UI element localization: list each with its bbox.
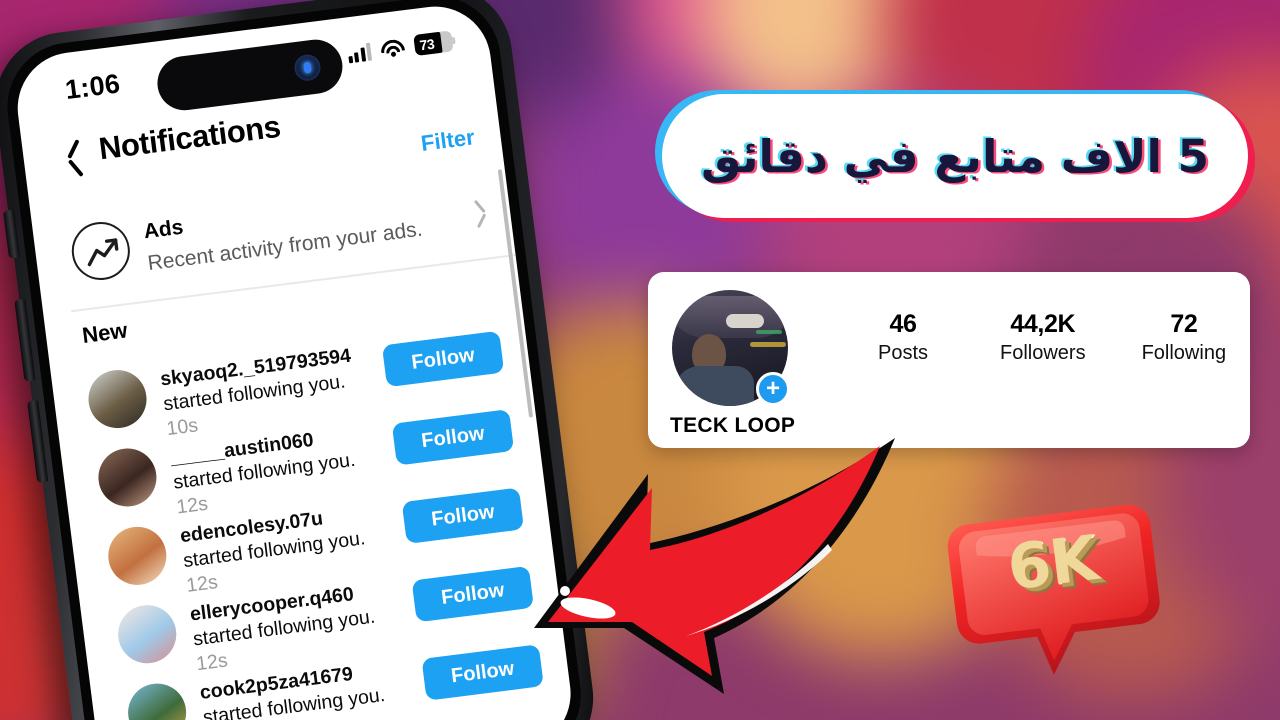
cellular-signal-icon bbox=[346, 42, 373, 63]
wifi-icon bbox=[379, 37, 406, 59]
thumbnail-stage: 1:06 73 Notifications Filter Ads Recent … bbox=[0, 0, 1280, 720]
trending-up-icon bbox=[68, 218, 134, 284]
battery-level-label: 73 bbox=[418, 35, 436, 53]
status-bar-clock: 1:06 bbox=[63, 68, 122, 106]
curved-left-arrow-icon bbox=[528, 432, 898, 720]
profile-stats: 46 Posts 44,2K Followers 72 Following bbox=[862, 310, 1226, 365]
chevron-right-icon bbox=[469, 200, 486, 228]
snow-photo-avatar[interactable] bbox=[85, 366, 150, 432]
profile-stat-label: Following bbox=[1141, 342, 1227, 364]
woman-portrait-avatar[interactable] bbox=[95, 445, 160, 510]
profile-stat-value: 72 bbox=[1170, 310, 1198, 338]
section-label-new: New bbox=[80, 317, 129, 348]
profile-stat-label: Followers bbox=[1000, 342, 1086, 364]
phone-mockup: 1:06 73 Notifications Filter Ads Recent … bbox=[0, 0, 602, 720]
camera-in-use-icon bbox=[292, 53, 323, 83]
notification-list: skyaoq2._519793594 started following you… bbox=[50, 310, 577, 720]
follow-button[interactable]: Follow bbox=[391, 409, 515, 466]
birthday-cake-avatar[interactable] bbox=[114, 601, 180, 667]
notification-text: cook2p5za41679 started following you. 13… bbox=[198, 662, 387, 720]
status-bar-indicators: 73 bbox=[346, 30, 456, 64]
follow-button[interactable]: Follow bbox=[401, 487, 525, 544]
profile-stat[interactable]: 44,2K Followers bbox=[1000, 310, 1086, 365]
profile-stat-label: Posts bbox=[877, 342, 929, 364]
ads-subtitle: Recent activity from your ads. bbox=[146, 217, 424, 276]
profile-stat-value: 46 bbox=[889, 310, 917, 338]
headline-banner: 5 الاف متابع في دقائق bbox=[655, 90, 1255, 222]
profile-stat[interactable]: 72 Following bbox=[1142, 310, 1226, 365]
profile-card: + 46 Posts 44,2K Followers 72 Following TECK … bbox=[648, 272, 1250, 448]
profile-stat-value: 44,2K bbox=[1010, 310, 1076, 338]
page-title: Notifications bbox=[96, 108, 283, 167]
filter-button[interactable]: Filter bbox=[420, 124, 477, 157]
plus-icon[interactable]: + bbox=[756, 372, 790, 406]
speech-bubble-icon: 6K bbox=[937, 486, 1175, 701]
follow-button[interactable]: Follow bbox=[421, 644, 544, 701]
chevron-left-icon[interactable] bbox=[66, 139, 92, 175]
food-table-avatar[interactable] bbox=[104, 523, 170, 589]
follow-button[interactable]: Follow bbox=[381, 330, 505, 388]
follow-button[interactable]: Follow bbox=[411, 565, 534, 623]
banner-headline-text: 5 الاف متابع في دقائق bbox=[701, 129, 1209, 183]
woman-outdoors-avatar[interactable] bbox=[124, 680, 190, 720]
profile-stat[interactable]: 46 Posts bbox=[862, 310, 944, 365]
ads-title: Ads bbox=[142, 215, 185, 244]
battery-icon: 73 bbox=[413, 30, 456, 56]
phone-screen: 1:06 73 Notifications Filter Ads Recent … bbox=[11, 0, 578, 720]
